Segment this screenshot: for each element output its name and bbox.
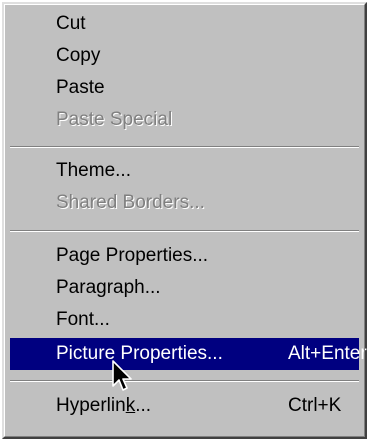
menu-item-label: Paragraph... (56, 277, 161, 298)
menu-item-accelerator: k (125, 395, 136, 416)
menu-item-paste-special: Paste Special (10, 104, 359, 136)
menu-item-label: Theme... (56, 160, 131, 181)
menu-item-copy[interactable]: Copy (10, 40, 359, 72)
menu-item-label: Picture Properties... (56, 343, 223, 364)
menu-item-label: Paste (56, 77, 105, 98)
menu-item-font[interactable]: Font... (10, 304, 359, 336)
menu-item-label: Shared Borders... (56, 192, 205, 213)
menu-item-shared-borders: Shared Borders... (10, 187, 359, 219)
context-menu: Cut Copy Paste Paste Special Theme... Sh… (2, 2, 367, 439)
menu-item-label: Paste Special (56, 109, 173, 130)
menu-item-label: Cut (56, 13, 86, 34)
menu-item-page-properties[interactable]: Page Properties... (10, 240, 359, 272)
menu-item-label: Page Properties... (56, 245, 209, 266)
arrow-cursor-icon (112, 360, 132, 391)
menu-item-shortcut: Alt+Enter (288, 343, 367, 364)
menu-item-paragraph[interactable]: Paragraph... (10, 272, 359, 304)
menu-item-theme[interactable]: Theme... (10, 155, 359, 187)
menu-item-paste[interactable]: Paste (10, 72, 359, 104)
menu-separator (10, 146, 359, 148)
menu-item-hyperlink[interactable]: Hyperlink... Ctrl+K (10, 390, 359, 422)
menu-item-shortcut: Ctrl+K (288, 395, 342, 416)
menu-item-label-part: ... (135, 395, 152, 416)
menu-item-label: Font... (56, 309, 110, 330)
menu-item-picture-properties[interactable]: Picture Properties... Alt+Enter (10, 338, 367, 370)
menu-item-label: Copy (56, 45, 101, 66)
menu-item-cut[interactable]: Cut (10, 8, 359, 40)
menu-separator (10, 380, 359, 382)
menu-item-label: Hyperlink... (56, 390, 151, 422)
menu-item-label-part: Hyperlin (56, 395, 126, 416)
menu-separator (10, 230, 359, 232)
